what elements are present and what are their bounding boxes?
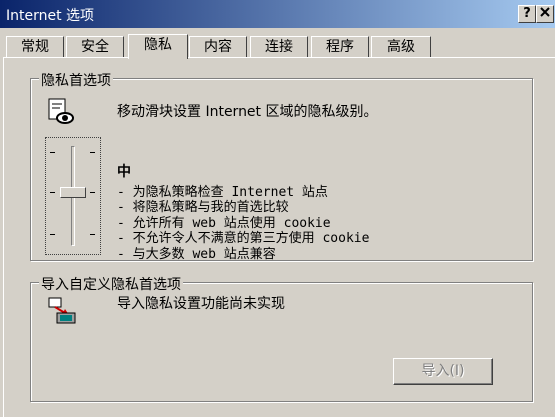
slider-tick	[50, 152, 55, 153]
slider-tick	[50, 234, 55, 235]
privacy-level-details: - 为隐私策略检查 Internet 站点 - 将隐私策略与我的首选比较 - 允…	[117, 185, 369, 262]
privacy-level-slider[interactable]	[45, 137, 101, 255]
privacy-detail-item: - 不允许令人不满意的第三方使用 cookie	[117, 231, 370, 247]
tab-row: 常规 安全 隐私 内容 连接 程序 高级	[0, 34, 555, 59]
privacy-tab-panel: 隐私首选项 移动滑块设置 Internet 区域的隐私级别。 中 - 为隐私策略…	[3, 57, 555, 417]
tab-content[interactable]: 内容	[189, 36, 247, 58]
close-icon	[540, 7, 550, 17]
tab-privacy[interactable]: 隐私	[128, 34, 188, 59]
slider-tick	[90, 192, 95, 193]
tab-security[interactable]: 安全	[66, 36, 124, 58]
computer-import-icon	[47, 295, 79, 330]
import-message: 导入隐私设置功能尚未实现	[117, 296, 285, 312]
slider-tick	[90, 152, 95, 153]
privacy-level-label: 中	[117, 164, 131, 180]
privacy-description: 移动滑块设置 Internet 区域的隐私级别。	[117, 104, 378, 120]
import-button[interactable]: 导入(I)	[393, 358, 493, 385]
slider-tick	[90, 234, 95, 235]
privacy-detail-item: - 允许所有 web 站点使用 cookie	[117, 215, 331, 231]
privacy-detail-item: - 为隐私策略检查 Internet 站点	[117, 185, 328, 200]
tab-programs[interactable]: 程序	[311, 36, 369, 58]
tab-general[interactable]: 常规	[6, 36, 64, 58]
help-button[interactable]: ?	[518, 5, 536, 23]
tab-connections[interactable]: 连接	[250, 36, 308, 58]
privacy-detail-item: - 与大多数 web 站点兼容	[117, 246, 276, 262]
privacy-settings-group: 隐私首选项 移动滑块设置 Internet 区域的隐私级别。 中 - 为隐私策略…	[30, 70, 533, 262]
tab-advanced[interactable]: 高级	[371, 36, 431, 58]
privacy-settings-legend: 隐私首选项	[39, 70, 113, 90]
import-privacy-group: 导入自定义隐私首选项 导入隐私设置功能尚未实现 导入(I)	[30, 274, 533, 402]
close-button[interactable]	[536, 5, 554, 23]
slider-tick	[50, 192, 55, 193]
title-bar: Internet 选项 ?	[0, 0, 555, 28]
privacy-report-icon	[45, 97, 75, 130]
window-title: Internet 选项	[6, 8, 95, 24]
import-privacy-legend: 导入自定义隐私首选项	[39, 274, 183, 294]
slider-thumb[interactable]	[60, 187, 86, 198]
privacy-detail-item: - 将隐私策略与我的首选比较	[117, 200, 289, 216]
